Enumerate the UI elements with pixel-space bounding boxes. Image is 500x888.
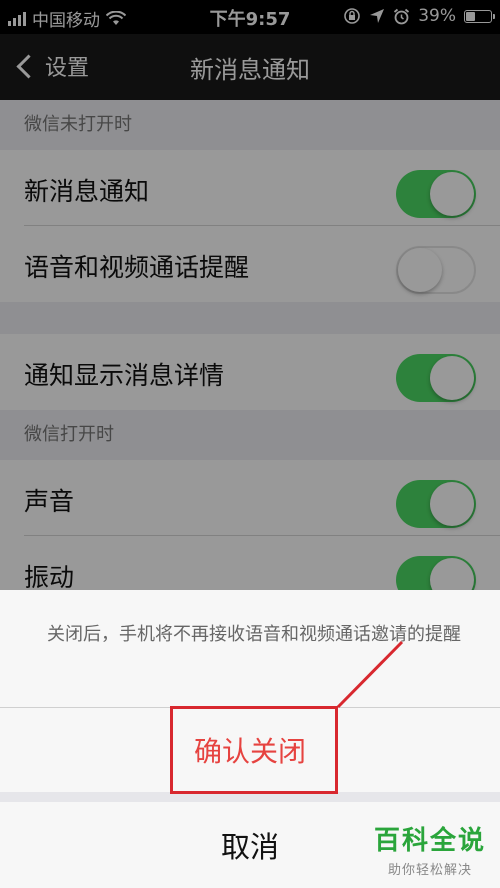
watermark-logo: 百科全说 助你轻松解决 [374, 820, 486, 878]
action-sheet-message: 关闭后，手机将不再接收语音和视频通话邀请的提醒 [0, 590, 500, 708]
annotation-highlight-box [170, 706, 338, 794]
watermark-tagline: 助你轻松解决 [387, 863, 472, 878]
watermark-brand: 百科全说 [373, 826, 486, 856]
